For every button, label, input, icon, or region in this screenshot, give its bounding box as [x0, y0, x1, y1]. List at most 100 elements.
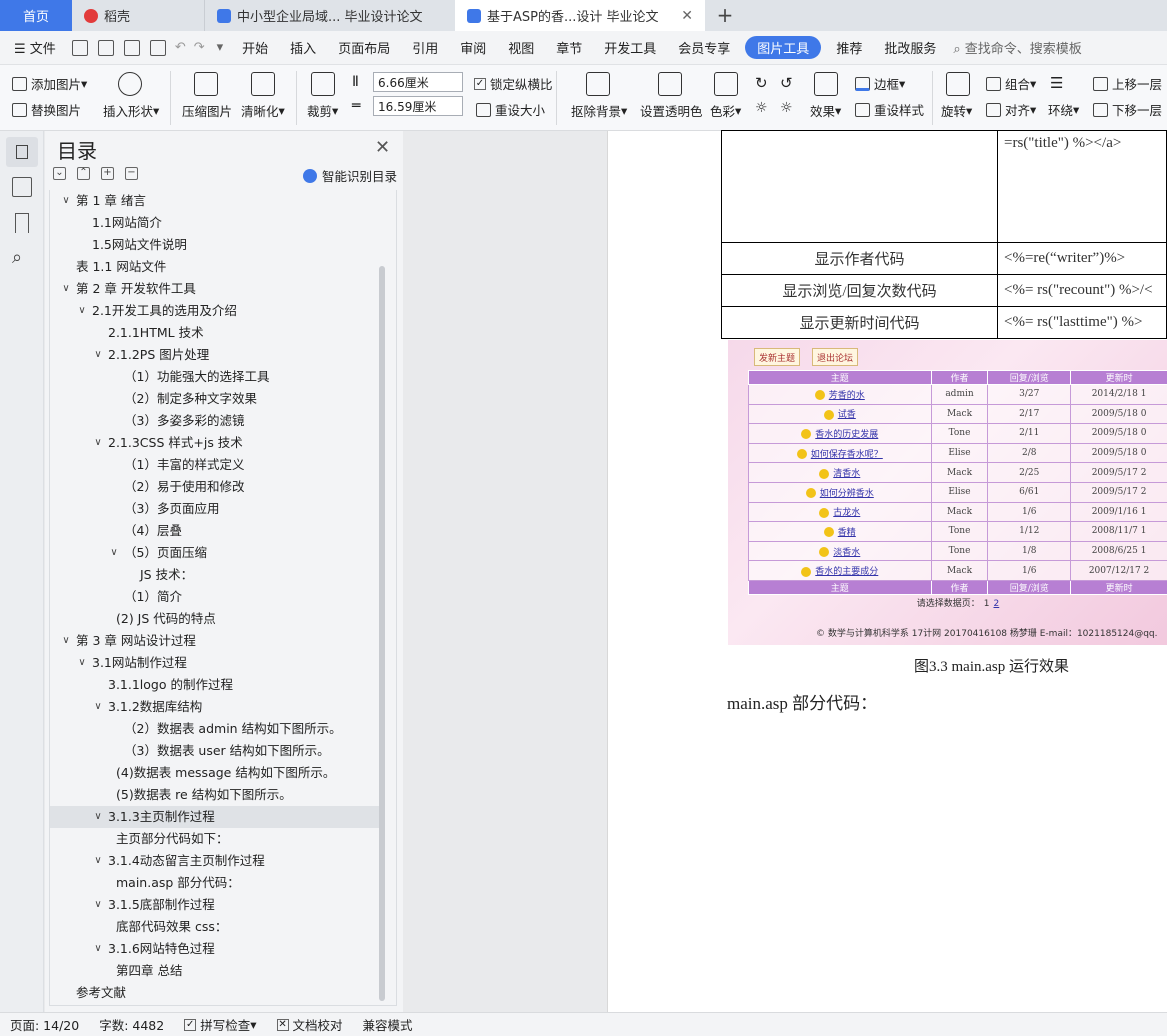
toc-item[interactable]: 1.1网站简介: [50, 212, 380, 234]
chevron-down-icon[interactable]: ∨: [108, 542, 120, 564]
menu-correction[interactable]: 批改服务: [873, 38, 947, 57]
page-count[interactable]: 页面: 14/20: [0, 1015, 89, 1034]
new-tab-button[interactable]: +: [712, 3, 738, 29]
wrap-button[interactable]: 环绕 ▾: [1048, 100, 1079, 119]
lock-ratio-checkbox[interactable]: ✓ 锁定纵横比: [474, 74, 553, 93]
insert-shape-button[interactable]: 插入形状 ▾: [103, 101, 159, 120]
toc-scrollbar[interactable]: [379, 266, 385, 1001]
collapse-all-icon[interactable]: ⌄: [53, 167, 66, 180]
chevron-down-icon[interactable]: ∨: [92, 806, 104, 828]
chevron-down-icon[interactable]: ∨: [76, 300, 88, 322]
toc-item[interactable]: 表 1.1 网站文件: [50, 256, 380, 278]
print-icon[interactable]: [123, 39, 140, 56]
border-button[interactable]: 边框 ▾: [855, 74, 905, 93]
toc-item[interactable]: ∨ 3.1.4动态留言主页制作过程: [50, 850, 380, 872]
toc-item[interactable]: （2）数据表 admin 结构如下图所示。: [50, 718, 380, 740]
chevron-down-icon[interactable]: ∨: [60, 278, 72, 300]
width-field[interactable]: 6.66厘米: [373, 72, 463, 92]
toc-item[interactable]: JS 技术：: [50, 564, 380, 586]
menu-picture-tools[interactable]: 图片工具: [745, 36, 822, 59]
spell-check-button[interactable]: ✓ 拼写检查 ▾: [174, 1015, 266, 1034]
bring-forward-button[interactable]: 上移一层: [1093, 74, 1162, 93]
align-button[interactable]: 对齐 ▾: [986, 100, 1036, 119]
menu-section[interactable]: 章节: [545, 38, 593, 57]
clarify-button[interactable]: 清晰化 ▾: [241, 101, 285, 120]
toc-item[interactable]: 第四章 总结: [50, 960, 380, 982]
toc-item[interactable]: ∨ 3.1.6网站特色过程: [50, 938, 380, 960]
toc-item[interactable]: （2）易于使用和修改: [50, 476, 380, 498]
toc-item[interactable]: ∨ 第 1 章 绪言: [50, 190, 380, 212]
toc-item[interactable]: （3）多页面应用: [50, 498, 380, 520]
remove-background-button[interactable]: 抠除背景 ▾: [571, 101, 627, 120]
redo-icon[interactable]: ↷: [190, 40, 209, 55]
reset-style-button[interactable]: 重设样式: [855, 100, 924, 119]
search-icon[interactable]: ⌕: [12, 249, 32, 269]
color-button[interactable]: 色彩 ▾: [710, 101, 741, 120]
effect-button[interactable]: 效果 ▾: [810, 101, 841, 120]
chevron-down-icon[interactable]: ∨: [92, 938, 104, 960]
chevron-down-icon[interactable]: ∨: [60, 190, 72, 212]
toc-item[interactable]: 底部代码效果 css：: [50, 916, 380, 938]
undo-icon[interactable]: ↶: [171, 40, 190, 55]
forum-screenshot-image[interactable]: 发新主题 退出论坛 主题 作者 回复/浏览 更新时 芳香的水 admin 3/27 2…: [728, 340, 1167, 645]
chevron-down-icon[interactable]: ∨: [92, 696, 104, 718]
more-icon[interactable]: ▾: [209, 40, 232, 55]
rotate-right-icon[interactable]: ↺: [780, 74, 793, 92]
remove-level-icon[interactable]: −: [125, 167, 138, 180]
toc-item[interactable]: （1）功能强大的选择工具: [50, 366, 380, 388]
replace-image-button[interactable]: 替换图片: [12, 100, 81, 119]
toc-item[interactable]: ∨ 3.1网站制作过程: [50, 652, 380, 674]
expand-up-icon[interactable]: ⌃: [77, 167, 90, 180]
chevron-down-icon[interactable]: ∨: [76, 652, 88, 674]
crop-button[interactable]: 裁剪 ▾: [307, 101, 338, 120]
menu-member[interactable]: 会员专享: [667, 38, 741, 57]
command-search[interactable]: ⌕ 查找命令、搜索模板: [953, 38, 1081, 57]
send-backward-button[interactable]: 下移一层: [1093, 100, 1162, 119]
toc-item[interactable]: ∨ 2.1.2PS 图片处理: [50, 344, 380, 366]
toc-item[interactable]: ∨ 第 2 章 开发软件工具: [50, 278, 380, 300]
toc-item[interactable]: main.asp 部分代码：: [50, 872, 380, 894]
tab-doc-asp[interactable]: 基于ASP的香...设计 毕业论文 ✕: [455, 0, 705, 31]
chevron-down-icon[interactable]: ∨: [92, 894, 104, 916]
tab-home[interactable]: 首页: [0, 0, 72, 31]
word-count[interactable]: 字数: 4482: [89, 1015, 174, 1034]
resize-button[interactable]: 重设大小: [476, 100, 545, 119]
export-icon[interactable]: [97, 39, 114, 56]
toc-item[interactable]: 3.1.1logo 的制作过程: [50, 674, 380, 696]
toc-item[interactable]: 参考文献: [50, 982, 380, 1004]
add-image-button[interactable]: 添加图片 ▾: [12, 74, 87, 93]
smart-toc-button[interactable]: 智能识别目录: [303, 166, 397, 185]
set-transparent-button[interactable]: 设置透明色: [640, 101, 703, 120]
toc-item[interactable]: ∨ 2.1开发工具的选用及介绍: [50, 300, 380, 322]
toc-item[interactable]: （2）制定多种文字效果: [50, 388, 380, 410]
add-level-icon[interactable]: +: [101, 167, 114, 180]
rotate-left-icon[interactable]: ↻: [755, 74, 768, 92]
chevron-down-icon[interactable]: ∨: [60, 630, 72, 652]
brightness-up-icon[interactable]: ☼: [755, 100, 768, 116]
toc-item[interactable]: （3）数据表 user 结构如下图所示。: [50, 740, 380, 762]
close-icon[interactable]: ✕: [681, 8, 693, 24]
toc-item[interactable]: （1）丰富的样式定义: [50, 454, 380, 476]
menu-review[interactable]: 审阅: [449, 38, 497, 57]
toc-item[interactable]: 主页部分代码如下：: [50, 828, 380, 850]
menu-reference[interactable]: 引用: [401, 38, 449, 57]
rotate-button[interactable]: 旋转 ▾: [941, 101, 972, 120]
toc-item[interactable]: ∨ 2.1.3CSS 样式+js 技术: [50, 432, 380, 454]
chapter-nav-icon[interactable]: [12, 177, 32, 197]
toc-item[interactable]: 2.1.1HTML 技术: [50, 322, 380, 344]
file-menu[interactable]: ☰ 文件: [0, 38, 67, 57]
tab-doc-lan[interactable]: 中小型企业局域... 毕业设计论文: [204, 0, 454, 31]
toc-item[interactable]: ∨ 3.1.3主页制作过程: [50, 806, 380, 828]
toc-item[interactable]: ∨ 3.1.5底部制作过程: [50, 894, 380, 916]
close-icon[interactable]: ✕: [375, 137, 390, 158]
menu-start[interactable]: 开始: [231, 38, 279, 57]
menu-developer[interactable]: 开发工具: [593, 38, 667, 57]
toc-panel-button[interactable]: [6, 137, 38, 167]
bookmark-icon[interactable]: [15, 213, 29, 233]
toc-item[interactable]: （1）简介: [50, 586, 380, 608]
toc-item[interactable]: ∨ 3.1.2数据库结构: [50, 696, 380, 718]
height-field[interactable]: 16.59厘米: [373, 96, 463, 116]
group-button[interactable]: 组合 ▾: [986, 74, 1036, 93]
chevron-down-icon[interactable]: ∨: [92, 432, 104, 454]
menu-insert[interactable]: 插入: [279, 38, 327, 57]
